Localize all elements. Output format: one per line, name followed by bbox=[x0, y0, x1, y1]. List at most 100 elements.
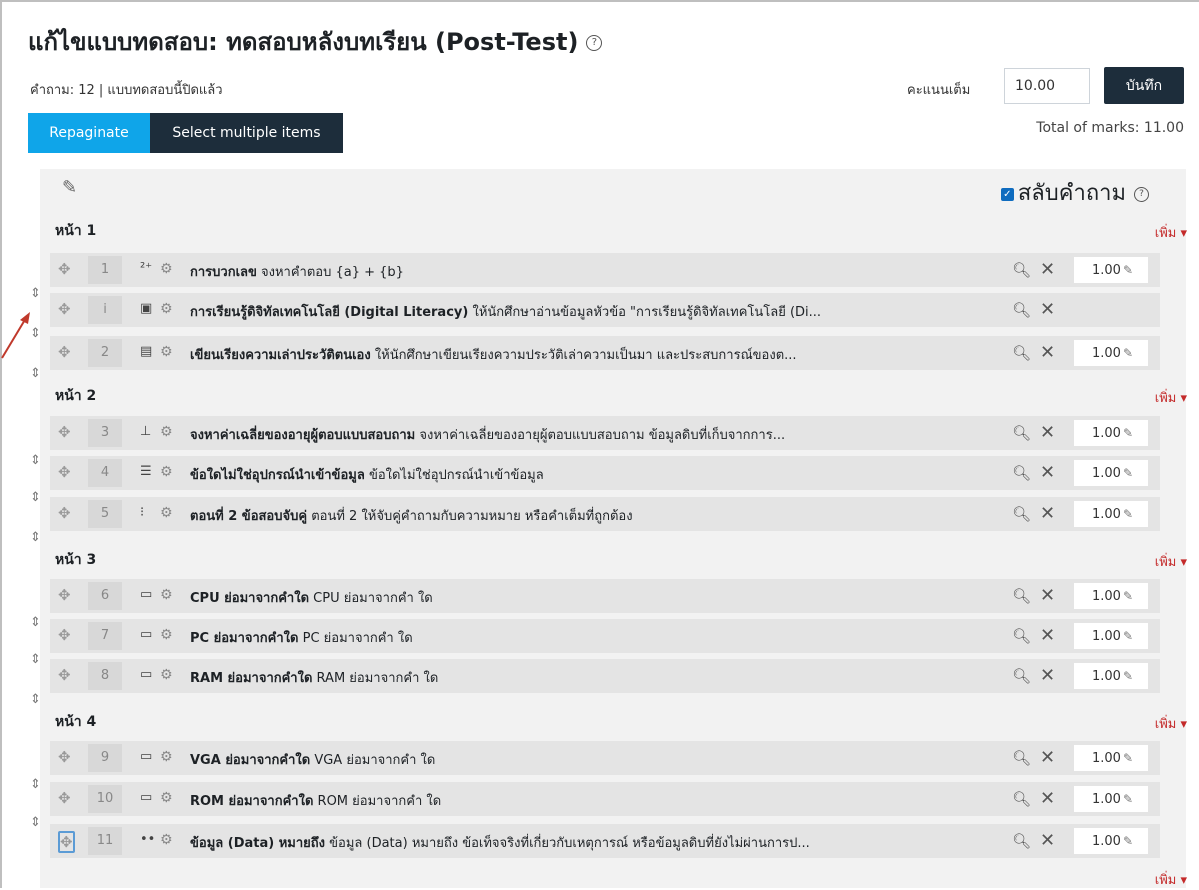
preview-search-icon[interactable]: 🔍︎ bbox=[1012, 790, 1031, 808]
page-break-toggle-icon[interactable]: ⇕ bbox=[30, 490, 41, 505]
question-text[interactable]: VGA ย่อมาจากคำใด VGA ย่อมาจากคำ ใด bbox=[190, 749, 990, 770]
move-icon[interactable]: ✥ bbox=[58, 748, 71, 766]
question-mark[interactable]: 1.00 ✎ bbox=[1074, 583, 1148, 609]
delete-icon[interactable]: ✕ bbox=[1040, 747, 1055, 768]
page-break-toggle-icon[interactable]: ⇕ bbox=[30, 692, 41, 707]
max-grade-input[interactable] bbox=[1004, 68, 1090, 104]
preview-search-icon[interactable]: 🔍︎ bbox=[1012, 627, 1031, 645]
page-break-toggle-icon[interactable]: ⇕ bbox=[30, 530, 41, 545]
delete-icon[interactable]: ✕ bbox=[1040, 665, 1055, 686]
move-icon[interactable]: ✥ bbox=[58, 504, 71, 522]
window-top-border bbox=[0, 0, 1199, 2]
gear-icon[interactable]: ⚙ bbox=[160, 587, 173, 603]
save-button[interactable]: บันทึก bbox=[1104, 67, 1184, 104]
select-multiple-button[interactable]: Select multiple items bbox=[150, 113, 343, 153]
gear-icon[interactable]: ⚙ bbox=[160, 301, 173, 317]
gear-icon[interactable]: ⚙ bbox=[160, 505, 173, 521]
page-break-toggle-icon[interactable]: ⇕ bbox=[30, 366, 41, 381]
shuffle-checkbox[interactable]: ✓ bbox=[1000, 187, 1014, 201]
question-text[interactable]: การบวกเลข จงหาคำตอบ {a} + {b} bbox=[190, 261, 990, 282]
gear-icon[interactable]: ⚙ bbox=[160, 261, 173, 277]
delete-icon[interactable]: ✕ bbox=[1040, 299, 1055, 320]
edit-pencil-icon: ✎ bbox=[1122, 629, 1134, 643]
question-mark[interactable]: 1.00 ✎ bbox=[1074, 786, 1148, 812]
question-mark[interactable]: 1.00 ✎ bbox=[1074, 828, 1148, 854]
question-mark[interactable]: 1.00 ✎ bbox=[1074, 745, 1148, 771]
question-text[interactable]: RAM ย่อมาจากคำใด RAM ย่อมาจากคำ ใด bbox=[190, 667, 990, 688]
repaginate-button[interactable]: Repaginate bbox=[28, 113, 150, 153]
question-text[interactable]: ROM ย่อมาจากคำใด ROM ย่อมาจากคำ ใด bbox=[190, 790, 990, 811]
move-icon[interactable]: ✥ bbox=[58, 300, 71, 318]
question-row: ✥ 1 ²⁺ ⚙ การบวกเลข จงหาคำตอบ {a} + {b} 🔍… bbox=[50, 253, 1160, 287]
gear-icon[interactable]: ⚙ bbox=[160, 667, 173, 683]
gear-icon[interactable]: ⚙ bbox=[160, 790, 173, 806]
gear-icon[interactable]: ⚙ bbox=[160, 344, 173, 360]
preview-search-icon[interactable]: 🔍︎ bbox=[1012, 261, 1031, 279]
add-menu-end[interactable]: เพิ่ม ▾ bbox=[1155, 869, 1187, 890]
preview-search-icon[interactable]: 🔍︎ bbox=[1012, 587, 1031, 605]
move-icon[interactable]: ✥ bbox=[58, 666, 71, 684]
question-mark[interactable]: 1.00 ✎ bbox=[1074, 420, 1148, 446]
question-text[interactable]: เขียนเรียงความเล่าประวัติตนเอง ให้นักศึก… bbox=[190, 344, 990, 365]
delete-icon[interactable]: ✕ bbox=[1040, 830, 1055, 851]
page-break-toggle-icon[interactable]: ⇕ bbox=[30, 286, 41, 301]
preview-search-icon[interactable]: 🔍︎ bbox=[1012, 505, 1031, 523]
match-icon: ⁝ bbox=[140, 505, 145, 520]
delete-icon[interactable]: ✕ bbox=[1040, 462, 1055, 483]
gear-icon[interactable]: ⚙ bbox=[160, 464, 173, 480]
move-icon[interactable]: ✥ bbox=[58, 343, 71, 361]
move-icon[interactable]: ✥ bbox=[58, 463, 71, 481]
question-text[interactable]: ข้อใดไม่ใช่อุปกรณ์นำเข้าข้อมูล ข้อใดไม่ใ… bbox=[190, 464, 990, 485]
gear-icon[interactable]: ⚙ bbox=[160, 832, 173, 848]
question-text[interactable]: การเรียนรู้ดิจิทัลเทคโนโลยี (Digital Lit… bbox=[190, 301, 990, 322]
delete-icon[interactable]: ✕ bbox=[1040, 422, 1055, 443]
add-menu-page-3[interactable]: เพิ่ม ▾ bbox=[1155, 551, 1187, 572]
move-icon[interactable]: ✥ bbox=[58, 626, 71, 644]
gear-icon[interactable]: ⚙ bbox=[160, 627, 173, 643]
gear-icon[interactable]: ⚙ bbox=[160, 749, 173, 765]
move-icon[interactable]: ✥ bbox=[58, 586, 71, 604]
question-text[interactable]: ข้อมูล (Data) หมายถึง ข้อมูล (Data) หมาย… bbox=[190, 832, 990, 853]
page-break-toggle-icon[interactable]: ⇕ bbox=[30, 652, 41, 667]
edit-section-pencil-icon[interactable]: ✎ bbox=[62, 177, 77, 198]
question-circle-icon[interactable]: ? bbox=[1134, 186, 1149, 202]
question-circle-icon[interactable]: ? bbox=[586, 35, 603, 51]
move-icon[interactable]: ✥ bbox=[58, 789, 71, 807]
preview-search-icon[interactable]: 🔍︎ bbox=[1012, 464, 1031, 482]
question-text[interactable]: PC ย่อมาจากคำใด PC ย่อมาจากคำ ใด bbox=[190, 627, 990, 648]
page-break-toggle-icon[interactable]: ⇕ bbox=[30, 453, 41, 468]
delete-icon[interactable]: ✕ bbox=[1040, 259, 1055, 280]
question-text[interactable]: จงหาค่าเฉลี่ยของอายุผู้ตอบแบบสอบถาม จงหา… bbox=[190, 424, 990, 445]
add-menu-page-2[interactable]: เพิ่ม ▾ bbox=[1155, 387, 1187, 408]
preview-search-icon[interactable]: 🔍︎ bbox=[1012, 424, 1031, 442]
page-break-toggle-icon[interactable]: ⇕ bbox=[30, 815, 41, 830]
move-icon[interactable]: ✥ bbox=[58, 831, 75, 853]
page-break-toggle-icon[interactable]: ⇕ bbox=[30, 777, 41, 792]
question-mark[interactable]: 1.00 ✎ bbox=[1074, 501, 1148, 527]
preview-search-icon[interactable]: 🔍︎ bbox=[1012, 749, 1031, 767]
move-icon[interactable]: ✥ bbox=[58, 260, 71, 278]
gear-icon[interactable]: ⚙ bbox=[160, 424, 173, 440]
delete-icon[interactable]: ✕ bbox=[1040, 585, 1055, 606]
question-mark[interactable]: 1.00 ✎ bbox=[1074, 257, 1148, 283]
question-mark[interactable]: 1.00 ✎ bbox=[1074, 623, 1148, 649]
question-mark[interactable]: 1.00 ✎ bbox=[1074, 663, 1148, 689]
delete-icon[interactable]: ✕ bbox=[1040, 788, 1055, 809]
delete-icon[interactable]: ✕ bbox=[1040, 342, 1055, 363]
question-text[interactable]: ตอนที่ 2 ข้อสอบจับคู่ ตอนที่ 2 ให้จับคู่… bbox=[190, 505, 990, 526]
question-text[interactable]: CPU ย่อมาจากคำใด CPU ย่อมาจากคำ ใด bbox=[190, 587, 990, 608]
delete-icon[interactable]: ✕ bbox=[1040, 625, 1055, 646]
preview-search-icon[interactable]: 🔍︎ bbox=[1012, 832, 1031, 850]
add-menu-page-1[interactable]: เพิ่ม ▾ bbox=[1155, 222, 1187, 243]
preview-search-icon[interactable]: 🔍︎ bbox=[1012, 344, 1031, 362]
add-menu-page-4[interactable]: เพิ่ม ▾ bbox=[1155, 713, 1187, 734]
question-mark[interactable]: 1.00 ✎ bbox=[1074, 460, 1148, 486]
preview-search-icon[interactable]: 🔍︎ bbox=[1012, 301, 1031, 319]
preview-search-icon[interactable]: 🔍︎ bbox=[1012, 667, 1031, 685]
question-number: 8 bbox=[88, 662, 122, 690]
page-break-toggle-icon[interactable]: ⇕ bbox=[30, 615, 41, 630]
move-icon[interactable]: ✥ bbox=[58, 423, 71, 441]
question-row: ✥ 5 ⁝ ⚙ ตอนที่ 2 ข้อสอบจับคู่ ตอนที่ 2 ใ… bbox=[50, 497, 1160, 531]
delete-icon[interactable]: ✕ bbox=[1040, 503, 1055, 524]
question-mark[interactable]: 1.00 ✎ bbox=[1074, 340, 1148, 366]
